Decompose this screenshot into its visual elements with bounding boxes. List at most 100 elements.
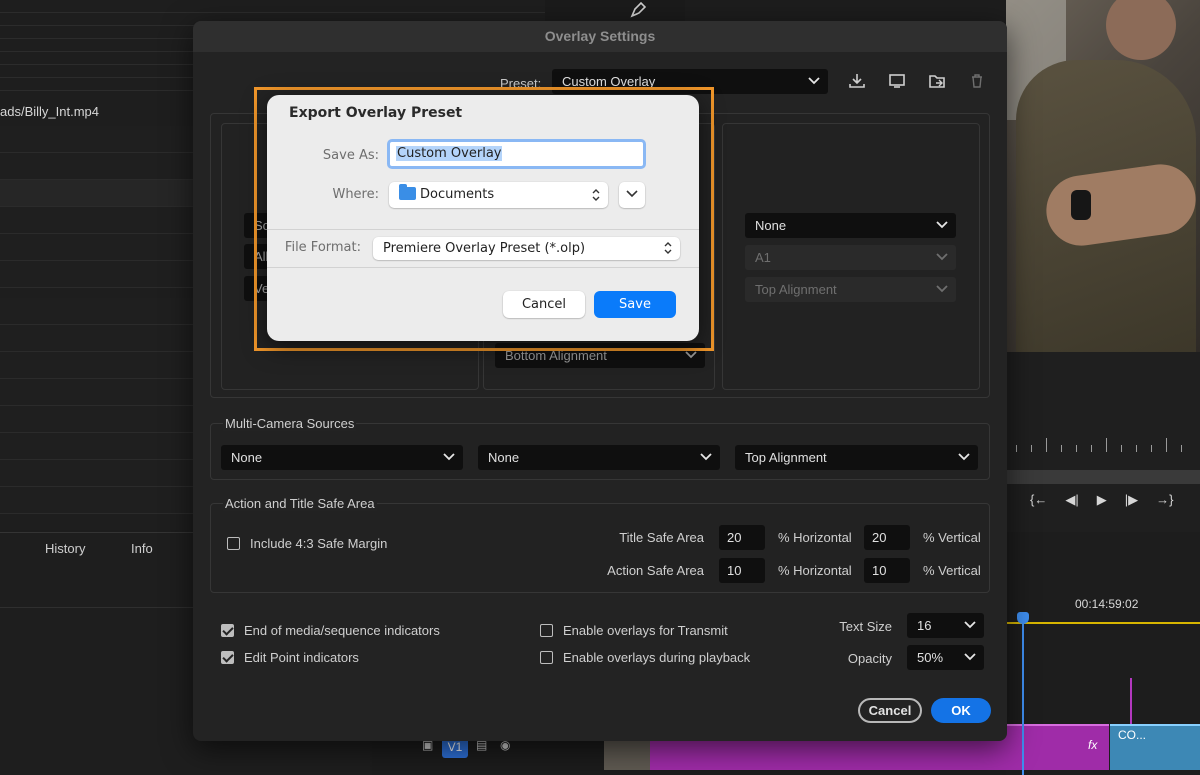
tab-info[interactable]: Info [131,541,153,556]
action-safe-horizontal-input[interactable]: 10 [719,558,765,583]
where-popup[interactable]: Documents [389,182,608,208]
project-row[interactable] [0,153,193,180]
text-size-dropdown[interactable]: 16 [907,613,984,638]
chevron-down-icon [626,190,638,198]
multicam-source-2[interactable]: None [478,445,720,470]
right-track-value: A1 [755,250,771,265]
project-row[interactable] [0,487,193,514]
updown-chevron-icon [664,237,672,262]
text-size-label: Text Size [839,619,892,634]
multicam-source-1-value: None [231,450,263,465]
updown-chevron-icon [592,182,600,211]
multicam-label: Multi-Camera Sources [223,416,357,431]
project-row[interactable] [0,207,193,234]
monitor-scrubber[interactable] [1006,470,1200,484]
include-safe-margin-label: Include 4:3 Safe Margin [250,536,388,551]
multicam-source-1[interactable]: None [221,445,463,470]
where-value: Documents [420,187,495,202]
project-row[interactable] [0,298,193,325]
transmit-label: Enable overlays for Transmit [563,623,728,638]
ruler-tick [1076,445,1077,452]
opacity-label: Opacity [847,651,892,666]
right-alignment-dropdown[interactable]: Top Alignment [745,277,956,302]
project-row[interactable] [0,261,193,288]
save-as-input[interactable]: Custom Overlay [387,139,646,169]
project-row[interactable] [0,379,193,406]
pen-tool-icon[interactable] [628,0,652,20]
step-back-icon[interactable]: ◀| [1065,492,1078,514]
end-indicators-checkbox[interactable] [221,624,234,637]
delete-preset-icon[interactable] [967,73,987,91]
project-row[interactable] [0,325,193,352]
sheet-cancel-button[interactable]: Cancel [503,291,585,318]
file-format-popup[interactable]: Premiere Overlay Preset (*.olp) [373,237,680,260]
ruler-tick [1091,445,1092,452]
save-preset-icon[interactable] [887,73,907,91]
project-row[interactable] [0,433,193,460]
sheet-save-button[interactable]: Save [594,291,676,318]
action-safe-label: Action Safe Area [607,563,704,578]
expand-browser-button[interactable] [619,182,645,208]
chevron-down-icon [964,645,976,661]
clip-label: CO... [1118,728,1147,742]
transmit-checkbox[interactable] [540,624,553,637]
playback-checkbox[interactable] [540,651,553,664]
multicam-source-3[interactable]: Top Alignment [735,445,978,470]
chevron-down-icon [936,213,948,229]
folder-icon [399,184,416,200]
play-icon[interactable]: ▶ [1097,492,1107,514]
timeline-ruler[interactable] [1006,622,1200,628]
ruler-tick [1166,438,1167,452]
playback-label: Enable overlays during playback [563,650,751,665]
opacity-dropdown[interactable]: 50% [907,645,984,670]
step-forward-icon[interactable]: |▶ [1125,492,1138,514]
mark-in-icon[interactable]: {← [1030,492,1047,514]
right-track-dropdown[interactable]: A1 [745,245,956,270]
project-row[interactable] [0,460,193,487]
edit-marker [1130,678,1132,724]
sheet-title: Export Overlay Preset [289,105,463,121]
playhead[interactable] [1022,614,1024,775]
opacity-value: 50% [917,650,944,665]
include-safe-margin-checkbox[interactable] [227,537,240,550]
fx-badge: fx [1088,738,1098,752]
separator [267,229,699,230]
project-row[interactable] [0,352,193,379]
ruler-tick [1106,438,1107,452]
timeline-clip-co[interactable]: CO... [1110,724,1200,770]
multicam-source-2-value: None [488,450,520,465]
save-as-label: Save As: [322,148,379,163]
end-indicators-label: End of media/sequence indicators [244,623,440,638]
mark-out-icon[interactable]: →} [1156,492,1173,514]
ok-button[interactable]: OK [931,698,991,723]
project-row[interactable] [0,126,193,153]
right-camera-dropdown[interactable]: None [745,213,956,238]
action-safe-vertical-input[interactable]: 10 [864,558,910,583]
project-row[interactable] [0,234,193,261]
action-h-unit: % Horizontal [778,563,852,578]
project-file-path[interactable]: ads/Billy_Int.mp4 [0,104,99,119]
title-safe-horizontal-input[interactable]: 20 [719,525,765,550]
ruler-tick [1061,445,1062,452]
edit-point-checkbox[interactable] [221,651,234,664]
title-safe-vertical-input[interactable]: 20 [864,525,910,550]
action-v-unit: % Vertical [923,563,981,578]
project-row[interactable] [0,406,193,433]
monitor-ruler [1016,438,1200,452]
tab-history[interactable]: History [45,541,85,556]
separator [267,267,699,268]
title-h-unit: % Horizontal [778,530,852,545]
cancel-button[interactable]: Cancel [858,698,922,723]
where-label: Where: [332,187,379,202]
title-safe-label: Title Safe Area [619,530,704,545]
transport-controls: {← ◀| ▶ |▶ →} [1030,492,1200,514]
export-overlay-preset-sheet: Export Overlay Preset Save As: Custom Ov… [267,95,699,341]
right-camera-value: None [755,218,787,233]
export-preset-icon[interactable] [927,73,947,91]
import-preset-icon[interactable] [847,73,867,91]
edit-point-label: Edit Point indicators [244,650,359,665]
save-as-value: Custom Overlay [396,146,503,161]
ruler-tick [1181,445,1182,452]
timeline-timecode: 00:14:59:02 [1075,597,1139,611]
project-row[interactable] [0,180,193,207]
